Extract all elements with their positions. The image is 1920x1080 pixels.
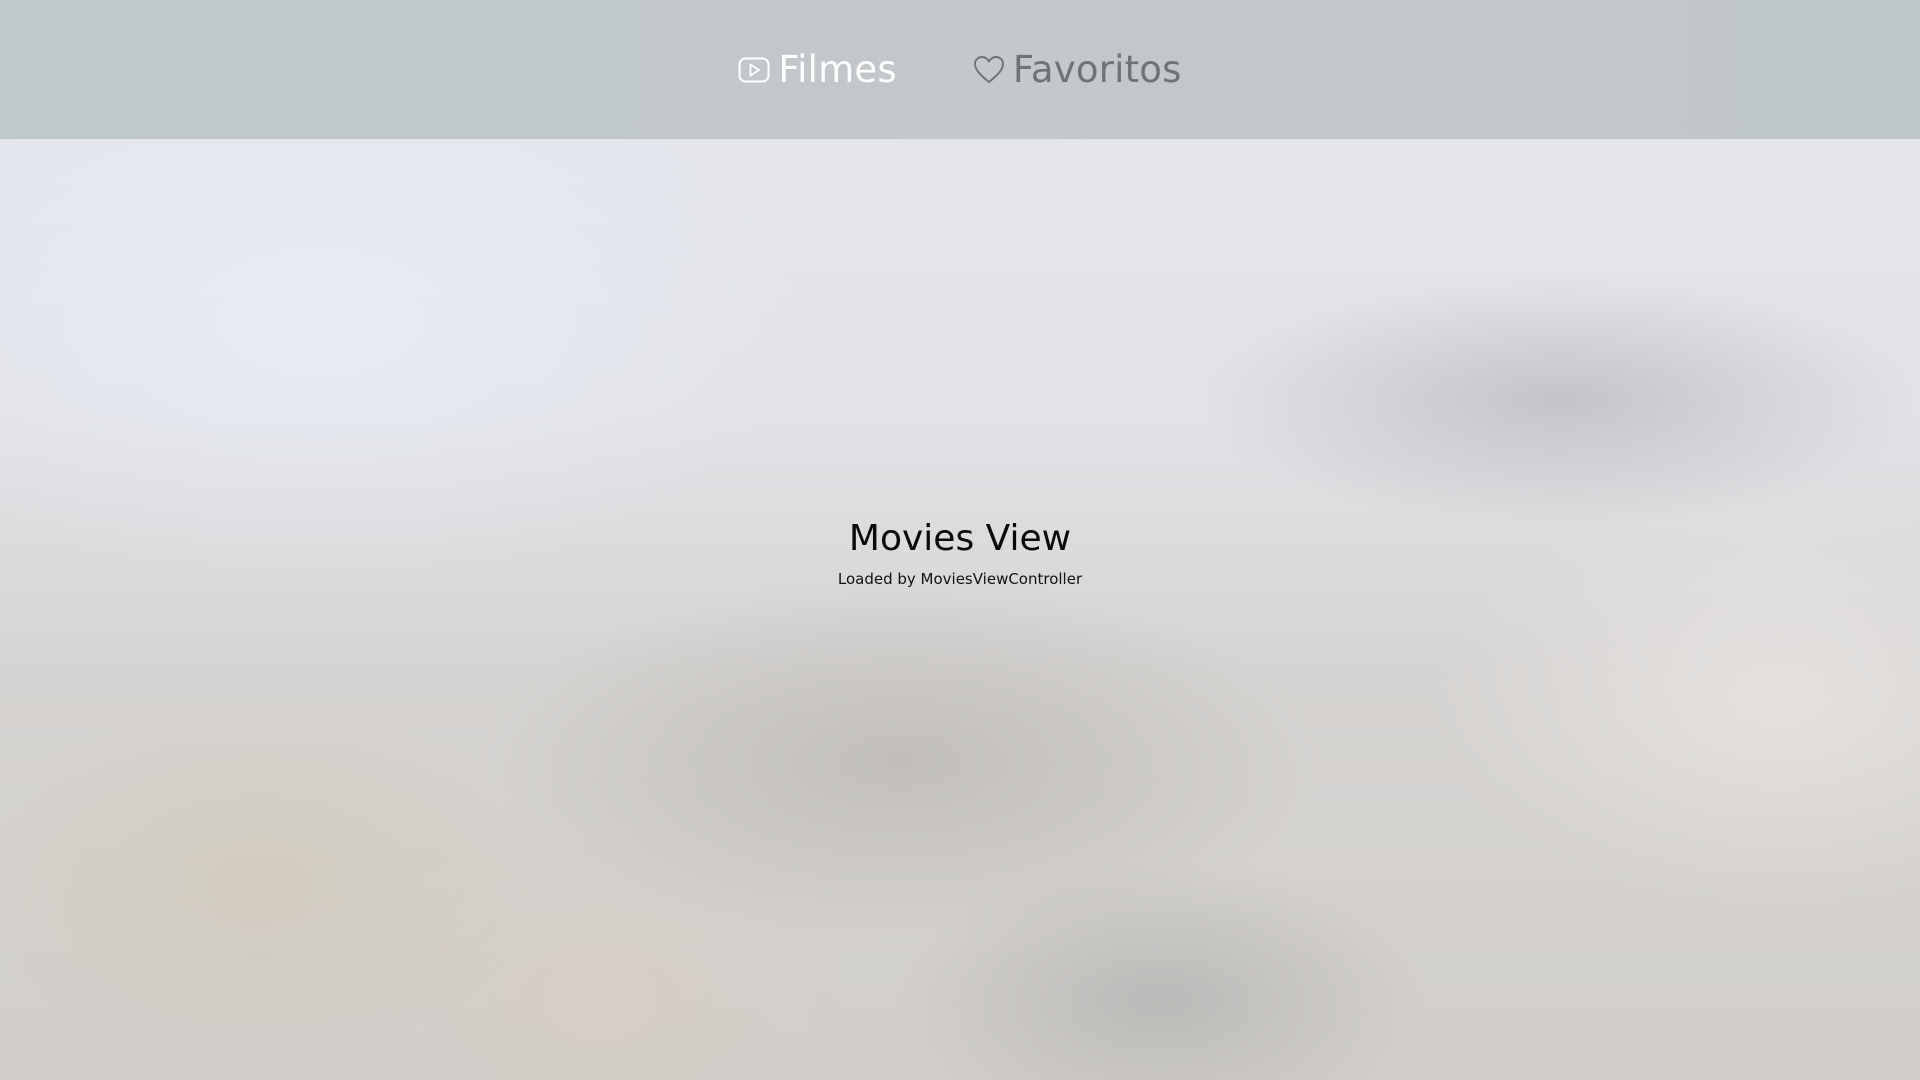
page-subtitle: Loaded by MoviesViewController <box>837 570 1083 588</box>
tab-favoritos-label: Favoritos <box>1012 48 1182 91</box>
placeholder-content: Movies View Loaded by MoviesViewControll… <box>0 515 1920 589</box>
tab-filmes[interactable]: Filmes <box>738 48 897 91</box>
heart-icon <box>973 55 1005 85</box>
page-title: Movies View <box>848 518 1072 559</box>
tab-favoritos[interactable]: Favoritos <box>973 48 1182 91</box>
tab-bar: Filmes Favoritos <box>0 0 1920 139</box>
movies-view: Movies View Loaded by MoviesViewControll… <box>0 139 1920 1080</box>
tab-filmes-label: Filmes <box>778 48 897 91</box>
play-rectangle-icon <box>738 57 770 83</box>
